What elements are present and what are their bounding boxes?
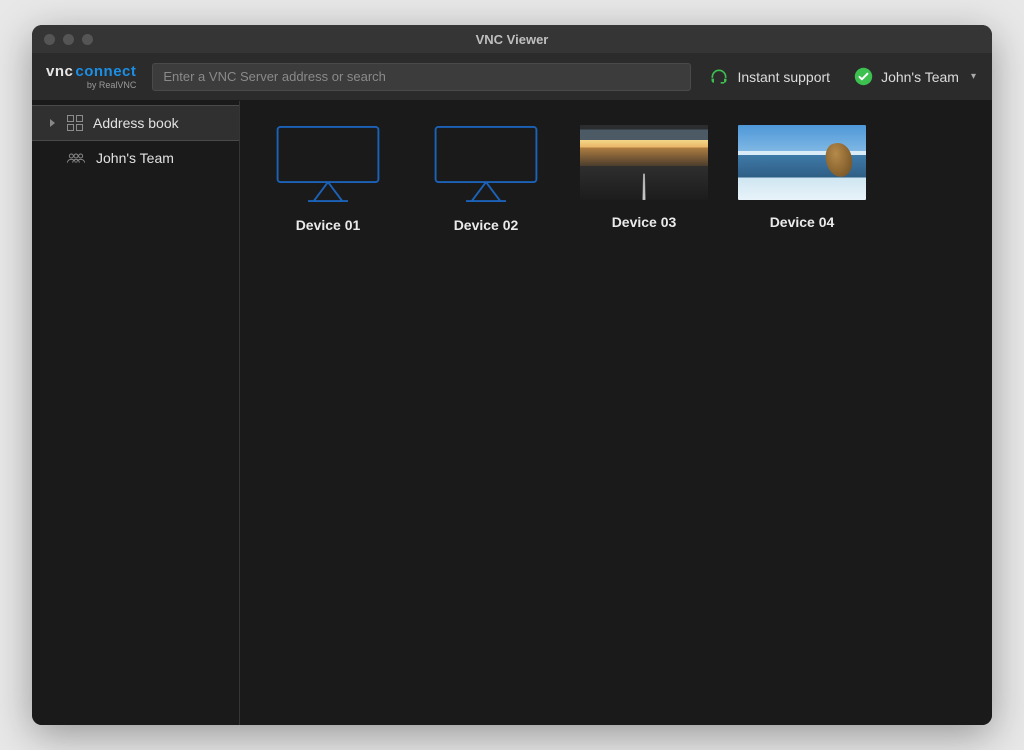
device-tile[interactable]: Device 03: [580, 125, 708, 233]
window-controls[interactable]: [32, 34, 93, 45]
device-label: Device 02: [454, 217, 519, 233]
sidebar-item-label: Address book: [93, 115, 179, 131]
device-thumbnail: [580, 125, 708, 200]
sidebar-item-address-book[interactable]: Address book: [32, 105, 239, 141]
chevron-down-icon: ▾: [971, 71, 976, 82]
device-thumbnail: [738, 125, 866, 200]
brand-subtext: by RealVNC: [46, 81, 136, 90]
titlebar[interactable]: VNC Viewer: [32, 25, 992, 53]
monitor-icon: [273, 125, 383, 203]
app-window: VNC Viewer vncconnect by RealVNC Instant…: [32, 25, 992, 725]
grid-icon: [67, 115, 83, 131]
instant-support-label: Instant support: [737, 69, 830, 85]
sidebar-item-label: John's Team: [96, 150, 174, 166]
team-label: John's Team: [881, 69, 959, 85]
device-label: Device 04: [770, 214, 835, 230]
device-grid: Device 01 Device 02 Device 03 Device 04: [264, 125, 968, 233]
check-circle-icon: [854, 67, 873, 86]
content-area: Device 01 Device 02 Device 03 Device 04: [240, 101, 992, 725]
toolbar: vncconnect by RealVNC Instant support: [32, 53, 992, 101]
main-body: Address book John's Team: [32, 101, 992, 725]
people-icon: [66, 151, 86, 165]
sidebar: Address book John's Team: [32, 101, 240, 725]
zoom-icon[interactable]: [82, 34, 93, 45]
instant-support-button[interactable]: Instant support: [703, 63, 836, 91]
device-label: Device 03: [612, 214, 677, 230]
search-input[interactable]: [152, 63, 691, 91]
monitor-icon: [431, 125, 541, 203]
minimize-icon[interactable]: [63, 34, 74, 45]
window-title: VNC Viewer: [32, 32, 992, 47]
disclosure-triangle-icon: [50, 119, 55, 127]
sidebar-item-johns-team[interactable]: John's Team: [32, 141, 239, 175]
device-tile[interactable]: Device 01: [264, 125, 392, 233]
close-icon[interactable]: [44, 34, 55, 45]
brand-text-connect: connect: [75, 63, 136, 80]
brand-logo: vncconnect by RealVNC: [42, 64, 140, 90]
device-tile[interactable]: Device 04: [738, 125, 866, 233]
device-tile[interactable]: Device 02: [422, 125, 550, 233]
device-label: Device 01: [296, 217, 361, 233]
headset-icon: [709, 67, 729, 87]
brand-text-vnc: vnc: [46, 63, 73, 80]
team-dropdown[interactable]: John's Team ▾: [848, 63, 982, 90]
